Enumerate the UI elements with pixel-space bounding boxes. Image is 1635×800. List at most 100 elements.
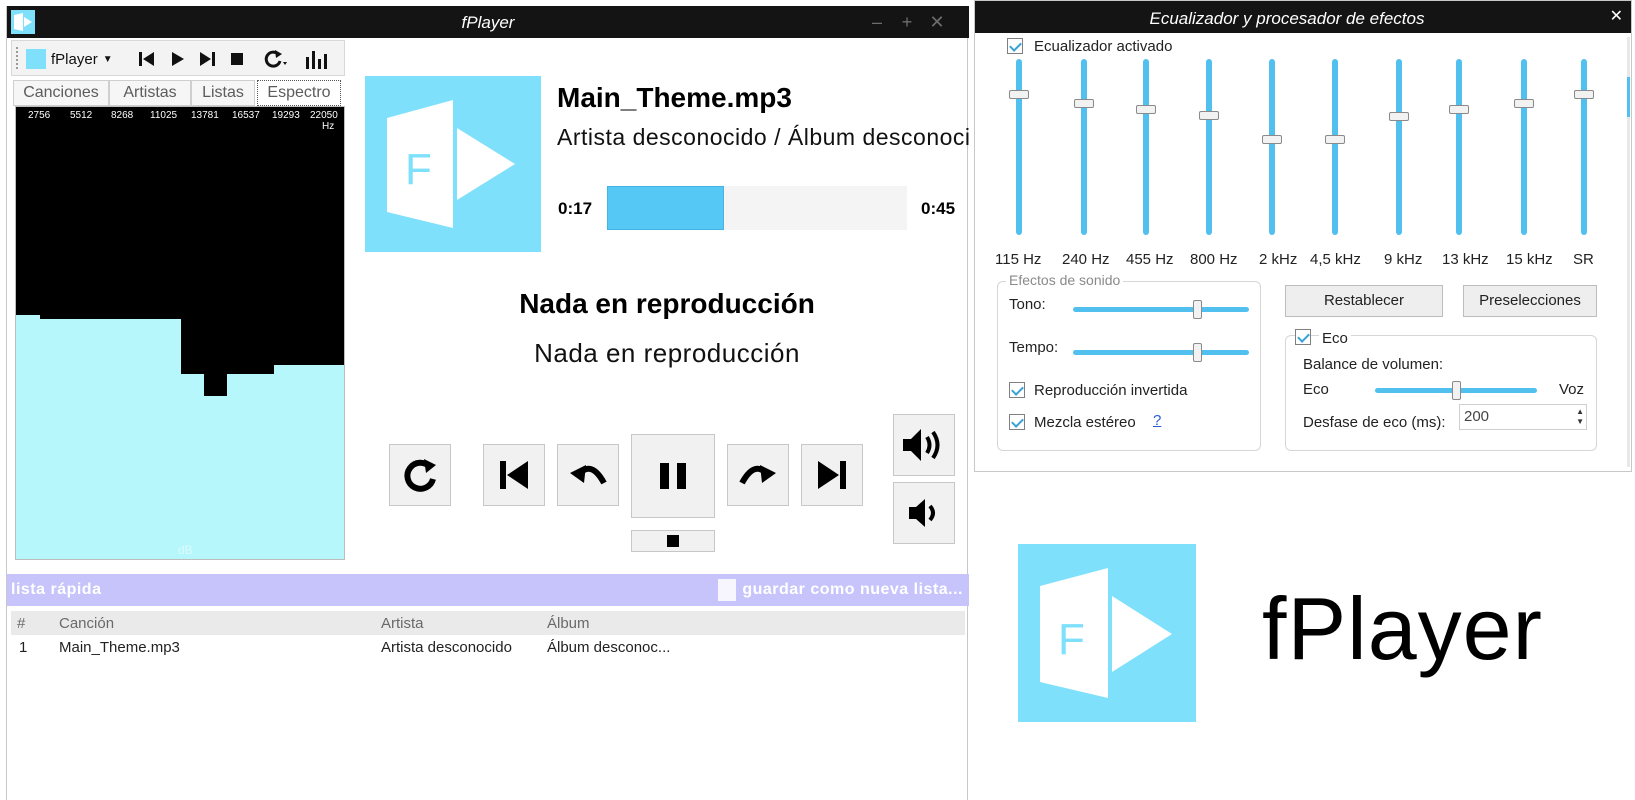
now-playing-subtitle: Nada en reproducción xyxy=(534,338,800,368)
spectrum-bar xyxy=(297,365,321,559)
close-icon[interactable]: ✕ xyxy=(1610,6,1623,26)
spin-arrows-icon[interactable]: ▲ ▼ xyxy=(1576,407,1584,427)
fplayer-menu-button[interactable]: fPlayer ▼ xyxy=(26,46,113,72)
row-artist: Artista desconocido xyxy=(381,639,512,656)
reverse-playback-checkbox[interactable] xyxy=(1009,382,1025,398)
player-titlebar[interactable]: fPlayer – + ✕ xyxy=(7,6,969,38)
tab-espectro[interactable]: Espectro xyxy=(257,80,341,106)
eq-slider-240-hz[interactable] xyxy=(1069,59,1099,237)
toolbar-next-icon[interactable] xyxy=(196,48,218,70)
equalizer-scrollbar-thumb[interactable] xyxy=(1627,77,1630,117)
eq-slider-115-hz[interactable] xyxy=(1004,59,1034,237)
list-column-headers: # Canción Artista Álbum xyxy=(11,611,965,635)
stop-button[interactable] xyxy=(631,530,715,552)
eq-slider-track xyxy=(1016,59,1022,235)
close-icon[interactable]: ✕ xyxy=(925,10,949,34)
seek-bar[interactable] xyxy=(607,186,907,230)
eq-slider-thumb[interactable] xyxy=(1389,112,1409,121)
eq-slider-thumb[interactable] xyxy=(1199,111,1219,120)
eq-slider-9-khz[interactable] xyxy=(1384,59,1414,237)
column-header-number[interactable]: # xyxy=(17,615,25,632)
eq-slider-thumb[interactable] xyxy=(1262,135,1282,144)
column-header-song[interactable]: Canción xyxy=(59,615,114,632)
tempo-label: Tempo: xyxy=(1009,339,1059,356)
tempo-slider[interactable] xyxy=(1073,342,1249,362)
eq-slider-thumb[interactable] xyxy=(1574,90,1594,99)
eq-slider-track xyxy=(1581,59,1587,235)
echo-delay-spinbox[interactable]: 200 ▲ ▼ xyxy=(1459,404,1587,430)
quick-list-title: lista rápida xyxy=(11,581,102,598)
eq-slider-thumb[interactable] xyxy=(1136,105,1156,114)
toolbar-repeat-icon[interactable] xyxy=(262,48,287,70)
stereo-mix-help-link[interactable]: ? xyxy=(1153,412,1161,429)
eq-slider-thumb[interactable] xyxy=(1009,90,1029,99)
eq-slider-800-hz[interactable] xyxy=(1194,59,1224,237)
tab-listas[interactable]: Listas xyxy=(191,80,255,106)
pause-button[interactable] xyxy=(631,434,715,518)
eq-slider-4-5-khz[interactable] xyxy=(1320,59,1350,237)
volume-up-button[interactable] xyxy=(893,414,955,476)
eq-slider-track xyxy=(1081,59,1087,235)
fplayer-menu-label: fPlayer xyxy=(51,50,98,68)
eq-slider-13-khz[interactable] xyxy=(1444,59,1474,237)
library-tabs: Canciones Artistas Listas Espectro xyxy=(11,80,345,106)
column-header-artist[interactable]: Artista xyxy=(381,615,424,632)
previous-button[interactable] xyxy=(483,444,545,506)
equalizer-window-title: Ecualizador y procesador de efectos xyxy=(1149,9,1425,28)
svg-text:F: F xyxy=(1058,615,1085,664)
eq-slider-455-hz[interactable] xyxy=(1131,59,1161,237)
eq-slider-thumb[interactable] xyxy=(1074,99,1094,108)
forward-button[interactable] xyxy=(727,444,789,506)
tab-canciones[interactable]: Canciones xyxy=(13,80,109,106)
repeat-icon xyxy=(404,459,436,492)
save-as-new-list-button[interactable]: guardar como nueva lista... xyxy=(718,578,963,602)
eq-slider-sr[interactable] xyxy=(1569,59,1599,237)
volume-down-button[interactable] xyxy=(893,482,955,544)
reset-button[interactable]: Restablecer xyxy=(1285,285,1443,317)
eq-slider-thumb[interactable] xyxy=(1514,99,1534,108)
toolbar-grip-icon[interactable] xyxy=(16,47,20,69)
eq-slider-thumb[interactable] xyxy=(1325,135,1345,144)
toolbar-previous-icon[interactable] xyxy=(136,48,158,70)
pitch-slider[interactable] xyxy=(1073,299,1249,319)
tab-artistas[interactable]: Artistas xyxy=(109,80,191,106)
rewind-button[interactable] xyxy=(557,444,619,506)
fplayer-logo-icon: F xyxy=(387,100,515,228)
eq-slider-thumb[interactable] xyxy=(1449,105,1469,114)
main-toolbar: fPlayer ▼ xyxy=(11,40,345,76)
stereo-mix-label: Mezcla estéreo xyxy=(1034,414,1136,431)
column-header-album[interactable]: Álbum xyxy=(547,615,590,632)
toolbar-stop-icon[interactable] xyxy=(226,48,248,70)
minimize-icon[interactable]: – xyxy=(865,10,889,34)
repeat-button[interactable] xyxy=(389,444,451,506)
volume-balance-slider[interactable] xyxy=(1375,380,1537,400)
eq-slider-track xyxy=(1521,59,1527,235)
equalizer-enabled-checkbox[interactable] xyxy=(1007,38,1023,54)
song-artist-album-text: Artista desconocido / Álbum desconocido xyxy=(557,124,969,150)
desktop: fPlayer – + ✕ fPlayer ▼ Canciones Artist… xyxy=(0,0,1635,800)
equalizer-scrollbar[interactable] xyxy=(1627,37,1630,467)
table-row[interactable]: 1 Main_Theme.mp3 Artista desconocido Álb… xyxy=(11,635,965,657)
pause-icon xyxy=(660,463,686,489)
balance-right-label: Voz xyxy=(1559,381,1585,398)
tempo-slider-thumb[interactable] xyxy=(1193,343,1202,362)
eq-band-label: 15 kHz xyxy=(1506,251,1553,268)
eq-band-label: 13 kHz xyxy=(1442,251,1489,268)
balance-slider-thumb[interactable] xyxy=(1452,381,1461,400)
pitch-slider-thumb[interactable] xyxy=(1193,300,1202,319)
eq-slider-15-khz[interactable] xyxy=(1509,59,1539,237)
eq-slider-track xyxy=(1269,59,1275,235)
eq-band-label: 4,5 kHz xyxy=(1310,251,1361,268)
quick-list-header: lista rápida guardar como nueva lista... xyxy=(7,574,969,606)
equalizer-titlebar[interactable]: Ecualizador y procesador de efectos ✕ xyxy=(975,1,1631,33)
toolbar-play-icon[interactable] xyxy=(166,48,188,70)
stereo-mix-checkbox[interactable] xyxy=(1009,414,1025,430)
rewind-icon xyxy=(570,465,607,485)
toolbar-equalizer-icon[interactable] xyxy=(304,48,327,70)
presets-button[interactable]: Preselecciones xyxy=(1463,285,1597,317)
spectrum-bar xyxy=(86,319,110,559)
eq-slider-2-khz[interactable] xyxy=(1257,59,1287,237)
echo-checkbox[interactable] xyxy=(1295,329,1311,345)
next-button[interactable] xyxy=(801,444,863,506)
maximize-icon[interactable]: + xyxy=(895,10,919,34)
